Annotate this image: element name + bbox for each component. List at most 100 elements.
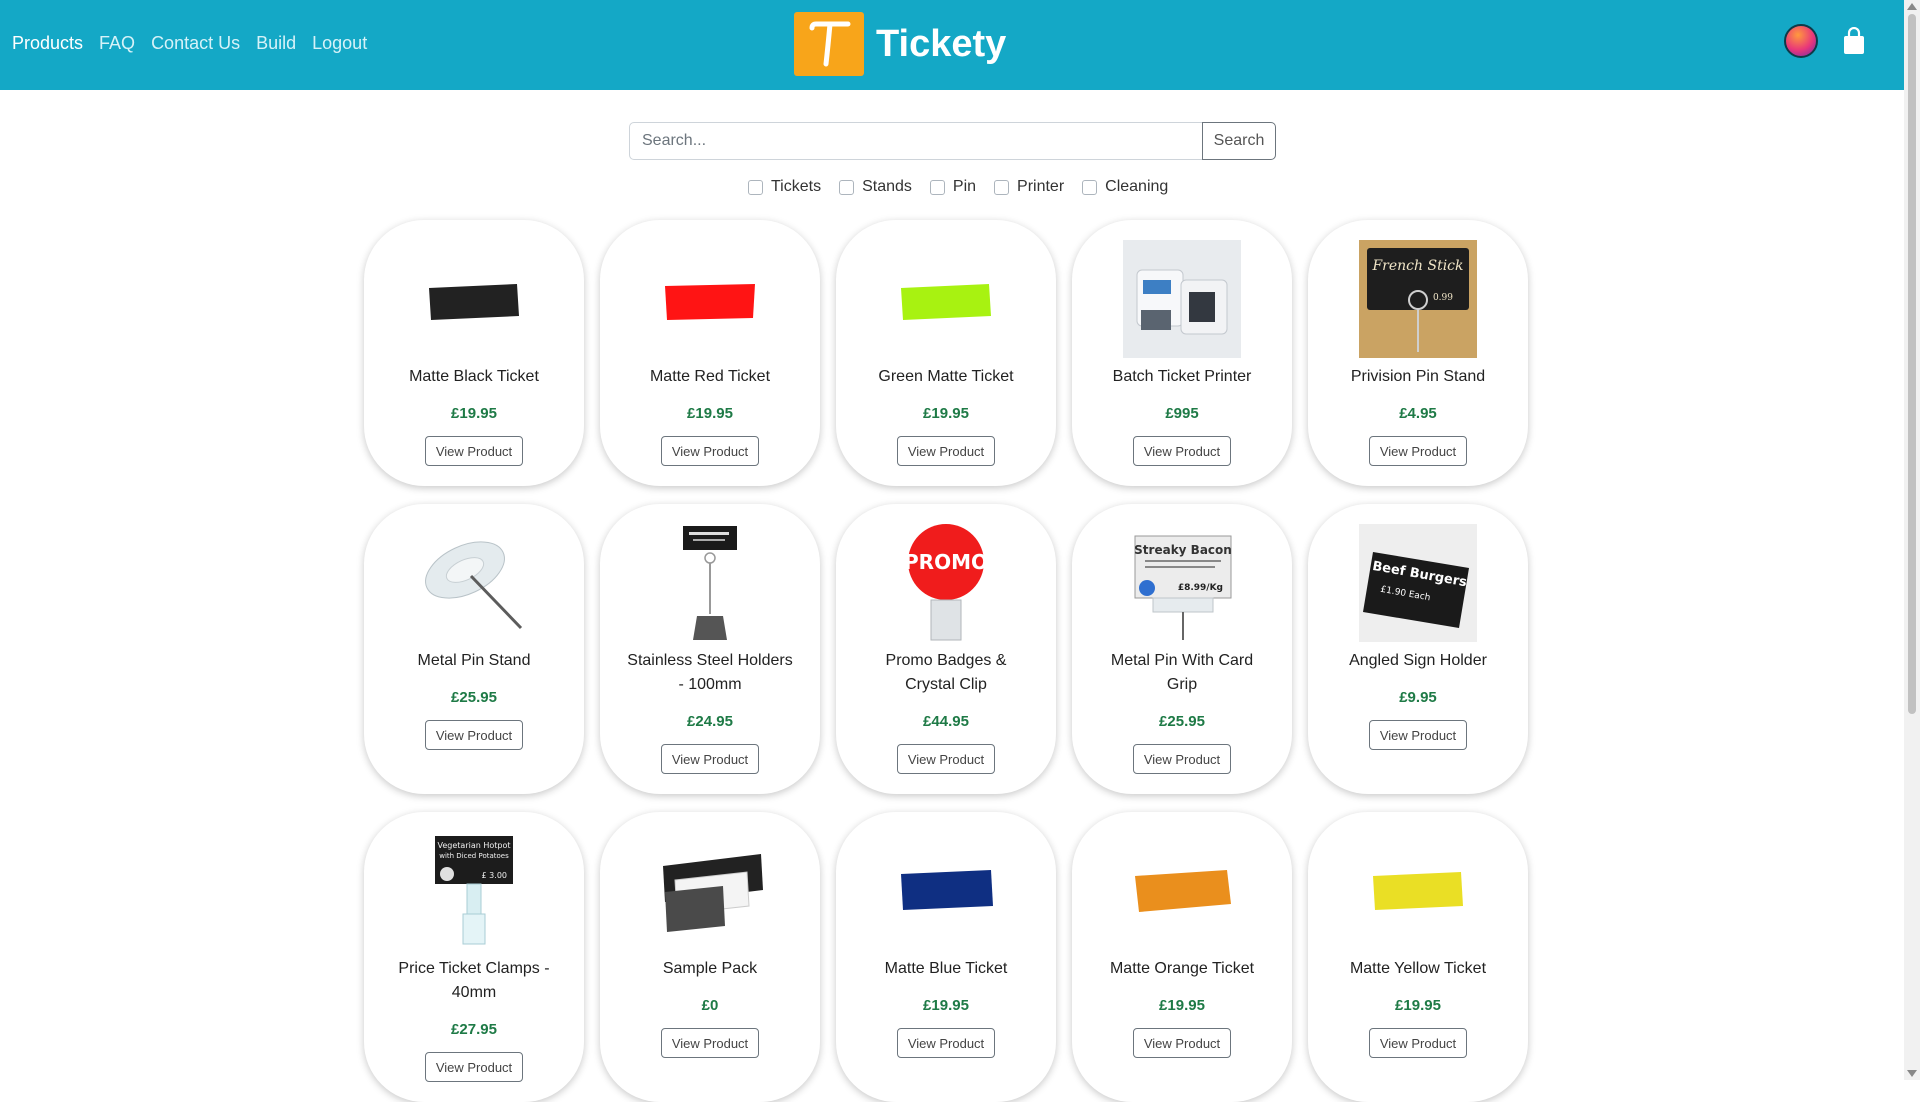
product-image[interactable] — [415, 240, 533, 358]
category-filters: Tickets Stands Pin Printer Cleaning — [748, 178, 1168, 196]
view-product-button[interactable]: View Product — [1133, 744, 1231, 774]
scroll-thumb[interactable] — [1908, 14, 1916, 714]
product-price: £19.95 — [923, 997, 969, 1014]
product-title: Sample Pack — [662, 960, 758, 977]
checkbox[interactable] — [929, 179, 945, 195]
product-price: £25.95 — [1159, 713, 1205, 730]
product-card: French Stick 0.99 Privision Pin Stand £4… — [1308, 220, 1528, 486]
product-image[interactable]: Streaky Bacon £8.99/Kg — [1123, 524, 1241, 642]
product-image[interactable]: Beef Burgers £1.90 Each — [1359, 524, 1477, 642]
product-image[interactable] — [887, 240, 1005, 358]
product-image[interactable] — [415, 524, 533, 642]
nav-link-logout[interactable]: Logout — [312, 33, 367, 54]
streaky-bacon-text: Streaky Bacon — [1134, 543, 1232, 557]
streaky-price-text: £8.99/Kg — [1178, 583, 1223, 593]
shopping-bag-icon[interactable] — [1840, 25, 1868, 57]
filter-label: Printer — [1017, 178, 1065, 195]
view-product-button[interactable]: View Product — [897, 1028, 995, 1058]
filter-tickets[interactable]: Tickets — [748, 178, 821, 196]
product-title: Stainless Steel Holders - 100mm — [627, 652, 793, 693]
view-product-button[interactable]: View Product — [1369, 720, 1467, 750]
view-product-button[interactable]: View Product — [425, 1052, 523, 1082]
filter-label: Stands — [862, 178, 912, 195]
view-product-button[interactable]: View Product — [661, 436, 759, 466]
product-title: Matte Blue Ticket — [884, 960, 1008, 977]
product-title: Privision Pin Stand — [1350, 368, 1486, 385]
product-price: £19.95 — [1395, 997, 1441, 1014]
product-price: £0 — [701, 997, 719, 1014]
product-price: £995 — [1165, 405, 1199, 422]
product-card: Beef Burgers £1.90 Each Angled Sign Hold… — [1308, 504, 1528, 794]
nav-link-faq[interactable]: FAQ — [99, 33, 135, 54]
product-title: Matte Yellow Ticket — [1349, 960, 1487, 977]
view-product-button[interactable]: View Product — [661, 1028, 759, 1058]
view-product-button[interactable]: View Product — [1133, 436, 1231, 466]
product-image[interactable] — [651, 524, 769, 642]
product-title: Price Ticket Clamps - 40mm — [398, 960, 550, 1001]
product-image[interactable]: French Stick 0.99 — [1359, 240, 1477, 358]
product-price: £19.95 — [451, 405, 497, 422]
search-input[interactable] — [629, 122, 1203, 160]
top-navbar: Products FAQ Contact Us Build Logout Tic… — [0, 0, 1904, 90]
product-image[interactable] — [651, 832, 769, 950]
product-price: £19.95 — [687, 405, 733, 422]
filter-stands[interactable]: Stands — [839, 178, 912, 196]
view-product-button[interactable]: View Product — [425, 720, 523, 750]
view-product-button[interactable]: View Product — [425, 436, 523, 466]
view-product-button[interactable]: View Product — [897, 744, 995, 774]
product-image[interactable]: PROMO — [887, 524, 1005, 642]
product-price: £44.95 — [923, 713, 969, 730]
filter-label: Tickets — [771, 178, 822, 195]
veg-sub-text: with Diced Potatoes — [439, 852, 509, 860]
checkbox[interactable] — [994, 179, 1010, 195]
product-price: £25.95 — [451, 689, 497, 706]
product-card: Matte Yellow Ticket £19.95 View Product — [1308, 812, 1528, 1102]
view-product-button[interactable]: View Product — [1369, 436, 1467, 466]
brand-name: Tickety — [876, 22, 1007, 65]
veg-hotpot-text: Vegetarian Hotpot — [438, 841, 511, 850]
nav-link-products[interactable]: Products — [12, 33, 83, 54]
search-button[interactable]: Search — [1202, 122, 1276, 160]
product-card: Stainless Steel Holders - 100mm £24.95 V… — [600, 504, 820, 794]
filter-cleaning[interactable]: Cleaning — [1082, 178, 1168, 196]
product-price: £24.95 — [687, 713, 733, 730]
product-card: Vegetarian Hotpot with Diced Potatoes £ … — [364, 812, 584, 1102]
product-image[interactable] — [887, 832, 1005, 950]
product-title: Batch Ticket Printer — [1112, 368, 1252, 385]
product-card: Streaky Bacon £8.99/Kg Metal Pin With Ca… — [1072, 504, 1292, 794]
checkbox[interactable] — [1082, 179, 1098, 195]
view-product-button[interactable]: View Product — [897, 436, 995, 466]
nav-icons — [1784, 24, 1868, 58]
brand[interactable]: Tickety — [794, 12, 1006, 76]
product-title: Promo Badges & Crystal Clip — [885, 652, 1007, 693]
product-title: Matte Red Ticket — [649, 368, 771, 385]
filter-label: Cleaning — [1105, 178, 1169, 195]
product-image[interactable] — [1123, 240, 1241, 358]
product-image[interactable] — [1123, 832, 1241, 950]
view-product-button[interactable]: View Product — [661, 744, 759, 774]
product-card: Matte Blue Ticket £19.95 View Product — [836, 812, 1056, 1102]
scroll-up-icon[interactable] — [1907, 3, 1917, 10]
avatar[interactable] — [1784, 24, 1818, 58]
product-price: £19.95 — [923, 405, 969, 422]
view-product-button[interactable]: View Product — [1369, 1028, 1467, 1058]
search-bar: Search — [629, 122, 1276, 160]
nav-link-contact-us[interactable]: Contact Us — [151, 33, 240, 54]
nav-link-build[interactable]: Build — [256, 33, 296, 54]
product-image[interactable] — [1359, 832, 1477, 950]
product-card: Matte Orange Ticket £19.95 View Product — [1072, 812, 1292, 1102]
product-price: £9.95 — [1399, 689, 1437, 706]
product-price: £4.95 — [1399, 405, 1437, 422]
product-card: Matte Black Ticket £19.95 View Product — [364, 220, 584, 486]
filter-printer[interactable]: Printer — [994, 178, 1064, 196]
product-image[interactable]: Vegetarian Hotpot with Diced Potatoes £ … — [415, 832, 533, 950]
scroll-down-icon[interactable] — [1907, 1070, 1917, 1077]
product-image[interactable] — [651, 240, 769, 358]
product-card: Metal Pin Stand £25.95 View Product — [364, 504, 584, 794]
filter-pin[interactable]: Pin — [929, 178, 976, 196]
checkbox[interactable] — [748, 179, 763, 195]
checkbox[interactable] — [839, 179, 855, 195]
product-title: Matte Black Ticket — [409, 368, 539, 385]
view-product-button[interactable]: View Product — [1133, 1028, 1231, 1058]
page-scrollbar[interactable] — [1904, 0, 1920, 1080]
